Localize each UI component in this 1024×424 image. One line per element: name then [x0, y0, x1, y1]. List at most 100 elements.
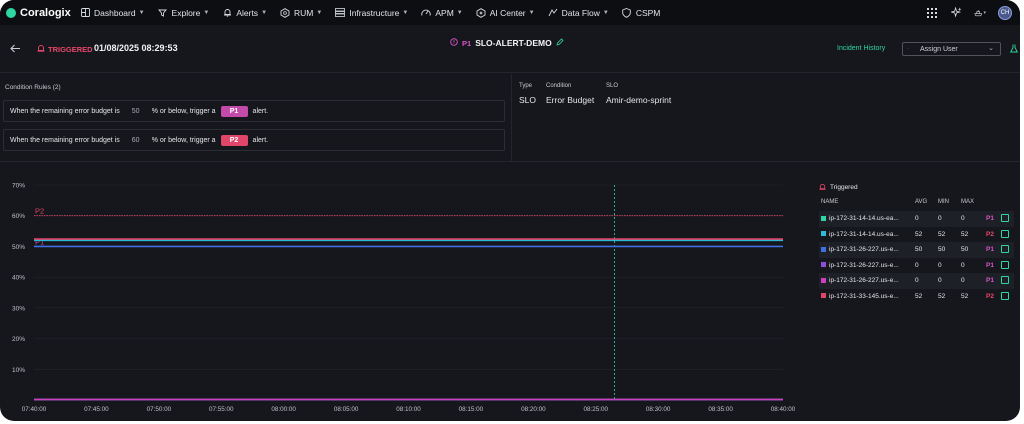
x-tick-label: 07:40:00: [22, 406, 47, 413]
x-tick-label: 07:50:00: [147, 406, 172, 413]
chevron-down-icon: ▼: [138, 9, 145, 16]
legend-title: Triggered: [819, 181, 1014, 193]
nav-item-label: Explore: [171, 7, 201, 18]
legend-min: 52: [938, 292, 946, 300]
series-name-text: ip-172-31-26-227.us-e...: [829, 277, 899, 284]
condition-section: Condition Rules (2) When the remaining e…: [0, 74, 1020, 162]
legend-max: 52: [961, 230, 969, 238]
legend-header-row: NAME AVG MIN MAX: [819, 195, 1014, 211]
legend-series-name: ip-172-31-26-227.us-e...: [821, 262, 899, 269]
legend-priority: P1: [986, 277, 994, 284]
shield-icon: [622, 7, 632, 18]
legend-priority: P1: [986, 246, 994, 253]
series-name-text: ip-172-31-14-14.us-ea...: [829, 215, 899, 222]
legend-priority: P1: [986, 261, 994, 269]
legend-series-name: ip-172-31-14-14.us-ea...: [821, 215, 899, 222]
flask-icon[interactable]: [1009, 44, 1019, 55]
pencil-icon[interactable]: [556, 38, 564, 48]
legend-row[interactable]: ip-172-31-26-227.us-e... 50 50 50 P1: [819, 242, 1014, 258]
sparkle-ai-icon[interactable]: [950, 7, 962, 19]
incident-history-link[interactable]: Incident History: [837, 45, 885, 52]
chevron-down-icon: ▼: [316, 9, 323, 16]
legend-row[interactable]: ip-172-31-26-227.us-e... 0 0 0 P1: [819, 273, 1014, 289]
avatar[interactable]: CH: [998, 5, 1012, 20]
legend-avg: 50: [915, 246, 923, 253]
ship-icon[interactable]: ▾: [974, 7, 986, 19]
threshold-label-p2: P2: [35, 207, 44, 216]
legend-max: 52: [961, 292, 969, 300]
chevron-down-icon: ⌄: [988, 45, 994, 52]
apps-grid-icon[interactable]: [926, 7, 938, 19]
slo-field: SLO Amir-demo-sprint: [606, 83, 671, 105]
line-chart[interactable]: 70% 60% 50% 40% 30% 20% 10% 07:40:00 07:45:00 07:…: [3, 170, 815, 420]
y-tick-label: 70%: [12, 183, 25, 190]
external-link-icon[interactable]: [1001, 276, 1009, 284]
nav-right-actions: ▾ CH: [914, 0, 1012, 25]
legend-title-text: Triggered: [830, 183, 858, 191]
legend-priority: P2: [986, 292, 994, 300]
external-link-icon[interactable]: [1001, 214, 1009, 222]
nav-item-rum[interactable]: RUM ▼: [280, 8, 322, 18]
series-color-swatch: [821, 215, 826, 221]
legend-max: 0: [961, 261, 965, 269]
y-tick-label: 50%: [12, 244, 25, 251]
legend-max: 0: [961, 215, 965, 222]
legend-table: Triggered NAME AVG MIN MAX ip-172-31-14-…: [819, 181, 1014, 304]
rule-middle: % or below, trigger a: [151, 136, 216, 144]
nav-item-label: Data Flow: [561, 7, 600, 18]
coralogix-logo[interactable]: Coralogix: [6, 7, 74, 19]
condition-rule: When the remaining error budget is 60 % …: [3, 129, 505, 151]
nav-item-data-flow[interactable]: Data Flow ▼: [548, 8, 609, 18]
x-tick-label: 08:20:00: [521, 406, 546, 413]
nav-item-label: AI Center: [489, 7, 526, 18]
header-name[interactable]: NAME: [821, 199, 838, 205]
external-link-icon[interactable]: [1001, 229, 1009, 238]
external-link-icon[interactable]: [1001, 291, 1009, 300]
nav-item-ai-center[interactable]: AI Center ▼: [476, 8, 535, 18]
legend-row[interactable]: ip-172-31-26-227.us-e... 0 0 0 P1: [819, 258, 1014, 274]
explore-icon: [158, 8, 168, 18]
rule-prefix: When the remaining error budget is: [10, 107, 120, 115]
back-arrow-icon[interactable]: [10, 42, 21, 56]
legend-row[interactable]: ip-172-31-14-14.us-ea... 0 0 0 P1: [819, 211, 1014, 227]
external-link-icon[interactable]: [1001, 245, 1009, 253]
header-avg[interactable]: AVG: [915, 199, 927, 205]
chevron-down-icon: ▼: [602, 9, 609, 16]
nav-item-explore[interactable]: Explore ▼: [158, 7, 209, 18]
external-link-icon[interactable]: [1001, 260, 1009, 269]
nav-item-alerts[interactable]: Alerts ▼: [222, 8, 267, 18]
header-min[interactable]: MIN: [938, 199, 949, 205]
priority-label: P1: [462, 38, 472, 48]
infrastructure-icon: [335, 8, 346, 18]
legend-min: 0: [938, 261, 942, 269]
x-tick-label: 08:35:00: [708, 406, 733, 413]
chevron-down-icon: ▾: [983, 9, 986, 16]
nav-item-label: APM: [435, 7, 454, 18]
nav-item-infrastructure[interactable]: Infrastructure ▼: [335, 8, 408, 18]
nav-item-dashboard[interactable]: Dashboard ▼: [80, 8, 145, 18]
alert-header: TRIGGERED 01/08/2025 08:29:53 P1 SLO-ALE…: [0, 25, 1020, 73]
data-flow-icon: [548, 8, 558, 18]
type-field: Type SLO: [519, 83, 536, 105]
top-navbar: Coralogix Dashboard ▼ Explore ▼ Alerts ▼ RUM ▼ I…: [0, 0, 1020, 25]
priority-pill: P1: [220, 105, 248, 117]
legend-row[interactable]: ip-172-31-14-14.us-ea... 52 52 52 P2: [819, 227, 1014, 243]
condition-label: Condition: [546, 83, 572, 89]
alert-title: P1 SLO-ALERT-DEMO: [450, 38, 564, 48]
assign-user-label: Assign User: [920, 45, 958, 53]
rule-threshold-value: 60: [131, 136, 140, 144]
x-tick-label: 07:55:00: [209, 406, 234, 413]
nav-item-cspm[interactable]: CSPM: [622, 7, 660, 18]
nav-item-apm[interactable]: APM ▼: [421, 7, 463, 18]
x-tick-label: 08:00:00: [271, 406, 296, 413]
legend-max: 0: [961, 277, 965, 284]
legend-row[interactable]: ip-172-31-33-145.us-e... 52 52 52 P2: [819, 289, 1014, 305]
header-max[interactable]: MAX: [961, 199, 974, 205]
info-circle-icon: [450, 38, 458, 48]
nav-item-label: Infrastructure: [349, 7, 400, 18]
nav-item-label: RUM: [294, 7, 314, 18]
slo-label: SLO: [606, 83, 619, 89]
assign-user-dropdown[interactable]: · Assign User ⌄: [902, 42, 1001, 56]
legend-avg: 52: [915, 230, 923, 238]
chevron-down-icon: ▼: [528, 9, 535, 16]
